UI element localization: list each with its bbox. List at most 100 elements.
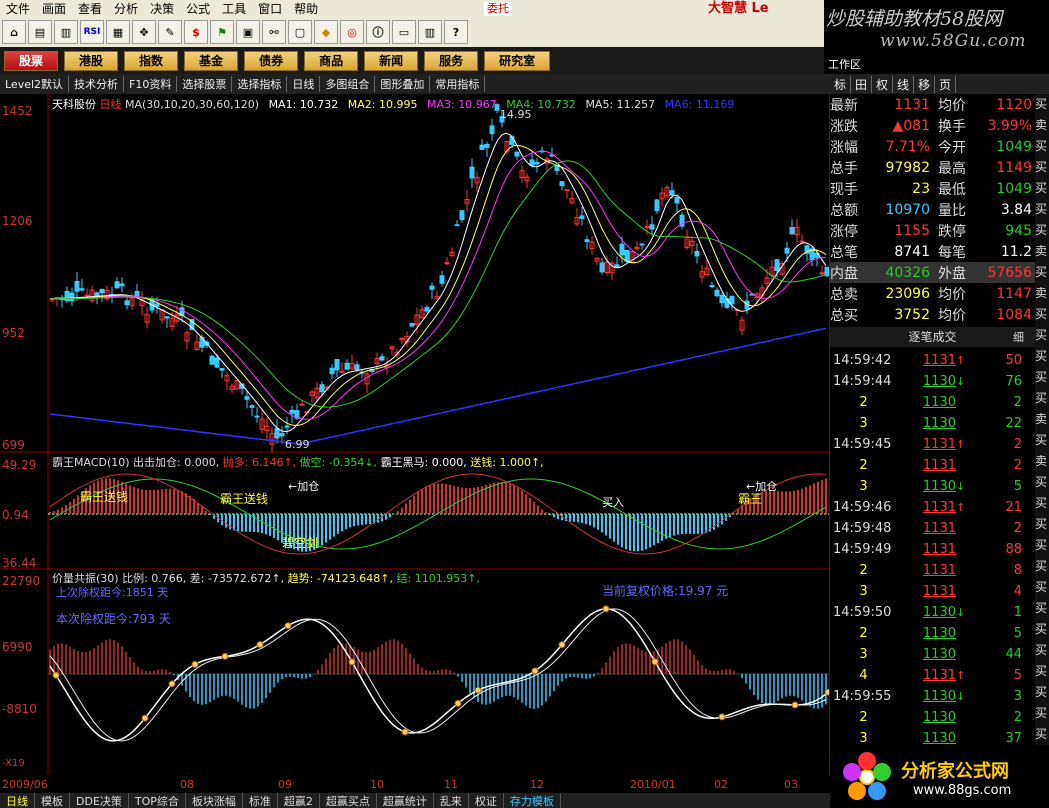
tick-detail-button[interactable]: 细: [1013, 329, 1024, 345]
menu-item-7[interactable]: 窗口: [252, 0, 288, 17]
bottom-tab-8[interactable]: 超赢统计: [377, 792, 434, 808]
flag-icon[interactable]: ⚑: [210, 20, 234, 44]
tab-2[interactable]: F10资料: [124, 76, 178, 92]
nav-button-3[interactable]: 基金: [184, 50, 239, 71]
chart-icon[interactable]: ▤: [28, 20, 52, 44]
menu-item-6[interactable]: 工具: [216, 0, 252, 17]
bottom-tab-1[interactable]: 模板: [35, 792, 70, 808]
info-icon[interactable]: ⓘ: [366, 20, 390, 44]
candle-body: [799, 240, 805, 243]
tables-icon[interactable]: ▥: [418, 20, 442, 44]
trade-tab[interactable]: 委托: [484, 2, 512, 16]
nav-button-2[interactable]: 指数: [124, 50, 179, 71]
candle-body: [459, 210, 465, 220]
tick-time: 4: [859, 668, 868, 683]
candle-body: [479, 144, 485, 150]
pen-icon[interactable]: ✎: [158, 20, 182, 44]
tab-7[interactable]: 图形叠加: [375, 76, 431, 92]
candle-body: [409, 322, 415, 327]
tab-5[interactable]: 日线: [287, 76, 321, 92]
menu-item-4[interactable]: 决策: [144, 0, 180, 17]
right-tab-1[interactable]: 田: [851, 75, 873, 93]
right-tab-2[interactable]: 权: [872, 75, 894, 93]
right-tab-0[interactable]: 标: [830, 75, 852, 93]
vp-marker: [256, 641, 264, 649]
right-tab-5[interactable]: 页: [935, 75, 957, 93]
right-tab-4[interactable]: 移: [914, 75, 936, 93]
work-area-label: 工作区: [828, 58, 861, 71]
candle-body: [494, 104, 500, 111]
candle-body: [599, 262, 605, 273]
bottom-tab-10[interactable]: 权证: [469, 792, 504, 808]
candle-body: [79, 288, 85, 291]
tick-volume: 22: [1005, 416, 1022, 431]
move-icon[interactable]: ✥: [132, 20, 156, 44]
bottom-tab-5[interactable]: 标准: [243, 792, 278, 808]
tab-1[interactable]: 技术分析: [69, 76, 125, 92]
home-icon[interactable]: ⌂: [2, 20, 26, 44]
tab-4[interactable]: 选择指标: [232, 76, 288, 92]
tick-price: 1131: [922, 437, 956, 452]
bottom-tab-11[interactable]: 存力模板: [504, 792, 561, 808]
strip-item: 卖: [1035, 286, 1048, 300]
tab-6[interactable]: 多图组合: [320, 76, 376, 92]
nav-button-7[interactable]: 服务: [424, 50, 479, 71]
nav-button-6[interactable]: 新闻: [364, 50, 419, 71]
strip-item: 买: [1035, 559, 1048, 573]
candle-body: [819, 272, 825, 275]
tick-row: 2 1131 8: [830, 560, 1035, 581]
bottom-tab-9[interactable]: 乱来: [434, 792, 469, 808]
bottom-tab-6[interactable]: 超赢2: [278, 792, 320, 808]
nav-button-1[interactable]: 港股: [64, 50, 119, 71]
window-icon[interactable]: ▣: [236, 20, 260, 44]
bottom-tab-0[interactable]: 日线: [0, 792, 35, 808]
menu-item-2[interactable]: 查看: [72, 0, 108, 17]
nav-bar: 股票 港股 指数 基金 债券 商品 新闻 服务 研究室: [0, 47, 824, 74]
bottom-tab-7[interactable]: 超赢买点: [320, 792, 377, 808]
nav-button-0[interactable]: 股票: [4, 50, 59, 71]
tick-price: 1130: [922, 416, 956, 431]
tick-list: 14:59:42 1131 ↑ 50 14:59:44 1130 ↓ 76 2 1130 2 3 113…: [830, 350, 1035, 749]
quote-row-4: 现手 23 最低 1049: [830, 178, 1035, 199]
right-strip: 买卖买买买买买卖买卖买买买买买卖买卖买买买买买买买买买买买买买买买: [1035, 94, 1049, 808]
tab-0[interactable]: Level2默认: [0, 76, 70, 92]
page-icon[interactable]: ▭: [392, 20, 416, 44]
nav-button-5[interactable]: 商品: [304, 50, 359, 71]
tab-8[interactable]: 常用指标: [430, 76, 486, 92]
bottom-tab-4[interactable]: 板块涨幅: [186, 792, 243, 808]
tick-price: 1130: [922, 710, 956, 725]
nav-button-8[interactable]: 研究室: [484, 50, 551, 71]
tick-time: 2: [859, 395, 868, 410]
candle-icon[interactable]: ▥: [54, 20, 78, 44]
menu-item-8[interactable]: 帮助: [288, 0, 324, 17]
quote-value: 945: [1005, 222, 1032, 239]
vp-marker: [401, 728, 409, 736]
diamond-icon[interactable]: ◆: [314, 20, 338, 44]
quote-label: 每笔: [938, 244, 966, 261]
rsi-icon[interactable]: RSI: [80, 20, 104, 44]
binoculars-icon[interactable]: ⚯: [262, 20, 286, 44]
bottom-tab-3[interactable]: TOP综合: [129, 792, 186, 808]
bottom-tab-2[interactable]: DDE决策: [70, 792, 129, 808]
right-tab-3[interactable]: 线: [893, 75, 915, 93]
menu-item-1[interactable]: 画面: [36, 0, 72, 17]
quote-value: 10970: [885, 201, 930, 218]
target-icon[interactable]: ◎: [340, 20, 364, 44]
x-label-3: 10: [370, 778, 384, 791]
grid-icon[interactable]: ▦: [106, 20, 130, 44]
menu-item-5[interactable]: 公式: [180, 0, 216, 17]
candle-body: [274, 428, 280, 439]
help-icon[interactable]: ?: [444, 20, 468, 44]
vp-marker: [531, 667, 539, 675]
tick-time: 2: [859, 710, 868, 725]
nav-button-4[interactable]: 债券: [244, 50, 299, 71]
quote-label: 均价: [938, 97, 966, 114]
dollar-icon[interactable]: $: [184, 20, 208, 44]
candle-body: [559, 181, 565, 187]
chart-area[interactable]: [0, 94, 830, 775]
menu-item-0[interactable]: 文件: [0, 0, 36, 17]
tab-3[interactable]: 选择股票: [177, 76, 233, 92]
menu-item-3[interactable]: 分析: [108, 0, 144, 17]
candle-body: [219, 367, 225, 371]
book-icon[interactable]: ▢: [288, 20, 312, 44]
